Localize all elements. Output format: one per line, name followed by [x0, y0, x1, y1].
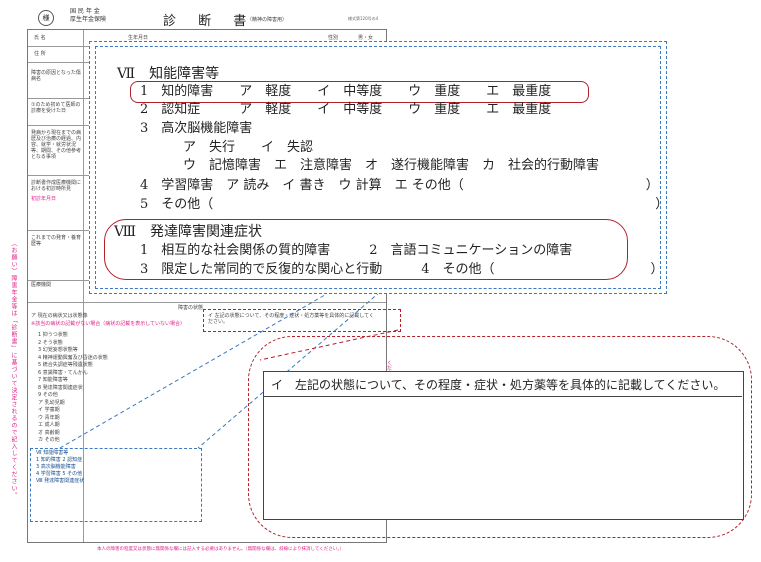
section-7-item-3a: ア 失行 イ 失認 [183, 140, 314, 155]
section-7-item-2: 2 認知症 ア 軽度 イ 中等度 ウ 重度 エ 最重度 [140, 102, 552, 117]
section-7-item-3: 3 高次脳機能障害 [140, 121, 253, 136]
section-8-item-1: 1 相互的な社会関係の質的障害 2 言語コミュニケーションの障害 [140, 243, 573, 258]
section-7-item-4: 4 学習障害 ア 読み イ 書き ウ 計算 エ その他（ ） [140, 178, 659, 193]
section-7-item-1: 1 知的障害 ア 軽度 イ 中等度 ウ 重度 エ 最重度 [140, 84, 552, 99]
section-8-item-2: 3 限定した常同的で反復的な関心と行動 4 その他（ ） [140, 262, 664, 277]
section-7-heading: Ⅶ 知能障害等 [117, 66, 220, 82]
zoom-free-text-instruction: イ 左記の状態について、その程度・症状・処方薬等を具体的に記載してください。 [271, 378, 726, 392]
section-7-item-5: 5 その他（ ） [140, 197, 669, 212]
section-7-item-3b: ウ 記憶障害 エ 注意障害 オ 遂行機能障害 カ 社会的行動障害 [183, 158, 600, 173]
section-8-heading: Ⅷ 発達障害関連症状 [114, 224, 263, 240]
